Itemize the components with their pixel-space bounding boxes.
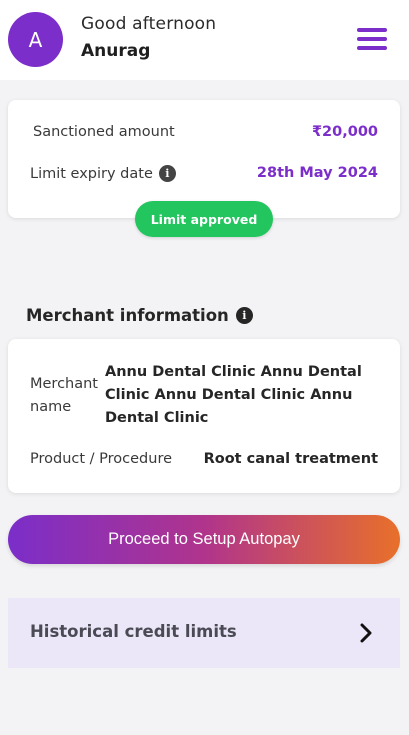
merchant-name-value: Annu Dental Clinic Annu Dental Clinic An… (105, 364, 362, 426)
limit-expiry-row: Limit expiry date i (30, 165, 176, 182)
greeting-text: Good afternoon (81, 14, 217, 34)
menu-bar-middle (357, 37, 387, 41)
hamburger-menu-icon[interactable] (357, 28, 387, 52)
limit-approved-badge: Limit approved (135, 201, 273, 237)
user-name: Anurag (81, 41, 151, 61)
limit-expiry-label: Limit expiry date (30, 165, 153, 182)
setup-autopay-button[interactable]: Proceed to Setup Autopay (8, 515, 400, 564)
historical-credit-limits-row[interactable]: Historical credit limits (8, 598, 400, 668)
avatar[interactable]: A (8, 12, 63, 67)
app-header: A Good afternoon Anurag (0, 0, 409, 80)
merchant-section-title-text: Merchant information (26, 306, 229, 325)
product-procedure-label: Product / Procedure (30, 451, 173, 467)
historical-credit-limits-label: Historical credit limits (30, 622, 237, 641)
info-icon[interactable]: i (235, 307, 253, 324)
sanctioned-amount-value: ₹20,000 (311, 124, 378, 140)
menu-bar-bottom (357, 46, 387, 50)
merchant-section-title: Merchant information i (26, 306, 253, 325)
product-procedure-value: Root canal treatment (203, 451, 378, 467)
merchant-card: Merchant name Annu Dental Clinic Annu De… (8, 339, 400, 493)
info-icon[interactable]: i (158, 165, 176, 182)
sanctioned-amount-label: Sanctioned amount (33, 124, 175, 140)
limit-expiry-value: 28th May 2024 (256, 165, 378, 181)
chevron-right-icon (360, 623, 372, 643)
merchant-name-label: Merchant name (30, 376, 98, 415)
menu-bar-top (357, 28, 387, 32)
